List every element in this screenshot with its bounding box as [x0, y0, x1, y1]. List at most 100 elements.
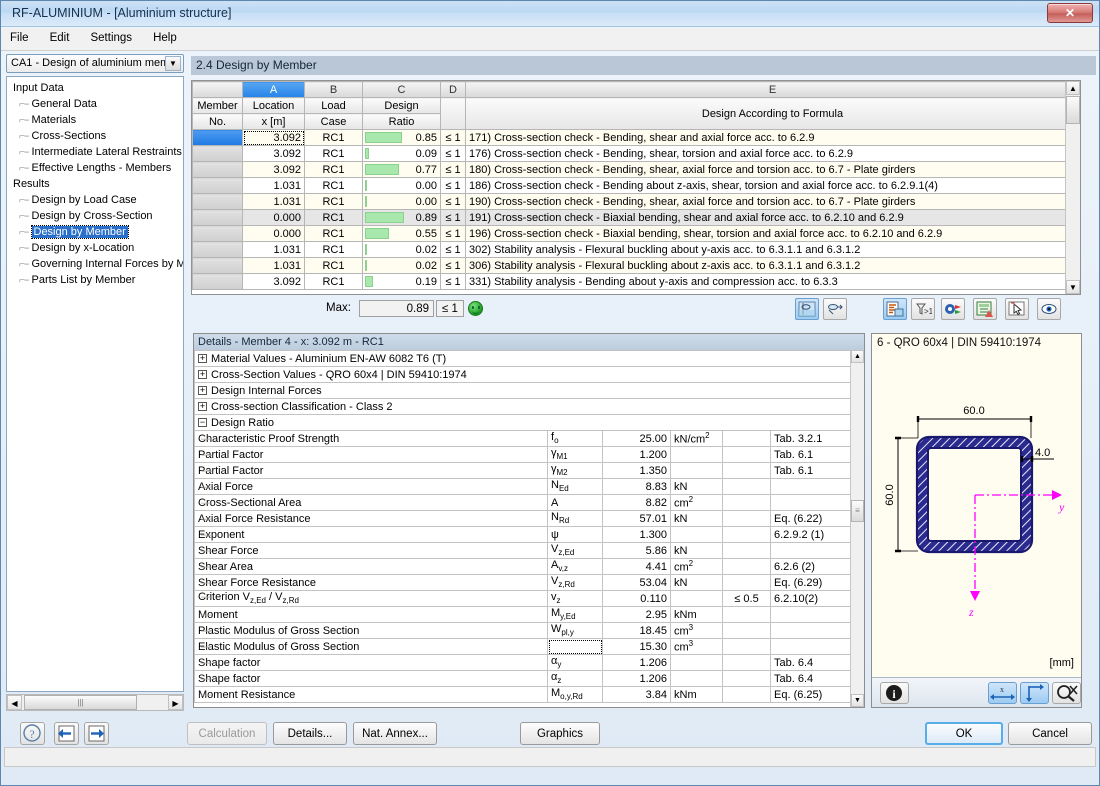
details-row[interactable]: — Cross-Sectional Area A 8.82 cm2 — [194, 494, 852, 511]
column-letter-b[interactable]: B — [304, 81, 363, 98]
dimension-y-icon[interactable] — [1020, 682, 1049, 704]
details-row[interactable]: — Shape factor αz 1.206 Tab. 6.4 — [194, 670, 852, 687]
expand-icon[interactable]: + — [198, 353, 207, 363]
column-letter-d[interactable]: D — [440, 81, 466, 98]
sidebar-item-design-by-cross-section[interactable]: ⌐-- Design by Cross-Section — [9, 208, 183, 224]
details-row[interactable]: — Elastic Modulus of Gross Section 15.30 cm… — [194, 638, 852, 655]
row-member-cell[interactable] — [192, 129, 243, 146]
info-icon[interactable]: i — [880, 682, 909, 704]
tree-group-results[interactable]: Results — [9, 176, 183, 192]
sidebar-horizontal-scrollbar[interactable]: ◀ ||| ▶ — [6, 694, 184, 711]
row-design-ratio-cell[interactable]: 0.00 — [362, 193, 441, 210]
nat-annex-button[interactable]: Nat. Annex... — [353, 722, 437, 745]
ok-button[interactable]: OK — [925, 722, 1003, 745]
row-loadcase-cell[interactable]: RC1 — [304, 225, 363, 242]
chevron-down-icon[interactable]: ▼ — [165, 56, 181, 71]
details-group-row[interactable]: + Material Values - Aluminium EN-AW 6082 … — [194, 350, 852, 367]
scroll-down-icon[interactable]: ▼ — [851, 694, 864, 707]
row-member-cell[interactable] — [192, 241, 243, 258]
row-design-ratio-cell[interactable]: 0.09 — [362, 145, 441, 162]
details-group-row[interactable]: − Design Ratio — [194, 414, 852, 431]
sidebar-item-parts-list-by-member[interactable]: ⌐-- Parts List by Member — [9, 272, 183, 288]
row-design-ratio-cell[interactable]: 0.02 — [362, 241, 441, 258]
table-row[interactable]: 1.031 RC1 0.00 ≤ 1 186) Cross-section check … — [192, 177, 1080, 194]
row-loadcase-cell[interactable]: RC1 — [304, 241, 363, 258]
scroll-left-icon[interactable]: ◀ — [7, 695, 22, 710]
table-row[interactable]: 3.092 RC1 0.77 ≤ 1 180) Cross-section check … — [192, 161, 1080, 178]
details-vertical-scrollbar[interactable]: ▲ ≡ ▼ — [850, 350, 864, 707]
row-location-cell[interactable]: 1.031 — [242, 193, 305, 210]
row-member-cell[interactable] — [192, 209, 243, 226]
row-design-ratio-cell[interactable]: 0.85 — [362, 129, 441, 146]
details-group-row[interactable]: + Cross-Section Values - QRO 60x4 | DIN 5… — [194, 366, 852, 383]
previous-page-icon[interactable] — [54, 722, 79, 745]
row-loadcase-cell[interactable]: RC1 — [304, 193, 363, 210]
cancel-button[interactable]: Cancel — [1008, 722, 1092, 745]
filter-list-icon[interactable] — [883, 298, 907, 320]
collapse-icon[interactable]: − — [198, 417, 207, 427]
next-page-icon[interactable] — [84, 722, 109, 745]
scrollbar-thumb[interactable]: ||| — [24, 695, 137, 710]
filter-greater-one-icon[interactable]: >1 — [911, 298, 935, 320]
details-group-row[interactable]: + Cross-section Classification - Class 2 — [194, 398, 852, 415]
menu-item-file[interactable]: File — [1, 28, 38, 48]
column-letter-e[interactable]: E — [465, 81, 1080, 98]
sidebar-item-materials[interactable]: ⌐-- Materials — [9, 112, 183, 128]
sidebar-item-design-by-member[interactable]: ⌐-- Design by Member — [9, 224, 183, 240]
details-row[interactable]: — Moment My,Ed 2.95 kNm — [194, 606, 852, 623]
details-group-cell[interactable]: + Cross-section Classification - Class 2 — [194, 398, 852, 415]
details-group-cell[interactable]: + Design Internal Forces — [194, 382, 852, 399]
case-selector-combo[interactable]: CA1 - Design of aluminium meml ▼ — [6, 54, 184, 73]
details-row[interactable]: — Shear Force Vz,Ed 5.86 kN — [194, 542, 852, 559]
export-excel-icon[interactable] — [973, 298, 997, 320]
row-location-cell[interactable]: 1.031 — [242, 177, 305, 194]
row-member-cell[interactable] — [192, 273, 243, 290]
row-design-ratio-cell[interactable]: 0.55 — [362, 225, 441, 242]
details-row[interactable]: — Exponent ψ 1.300 6.2.9.2 (1) — [194, 526, 852, 543]
details-row[interactable]: — Moment Resistance Mo,y,Rd 3.84 kNm Eq. (6.2… — [194, 686, 852, 703]
details-row[interactable]: — Characteristic Proof Strength fo 25.00 kN/… — [194, 430, 852, 447]
scroll-down-icon[interactable]: ▼ — [1066, 280, 1080, 294]
details-row[interactable]: — Shear Force Resistance Vz,Rd 53.04 kN Eq. (… — [194, 574, 852, 591]
row-member-cell[interactable] — [192, 177, 243, 194]
scrollbar-thumb[interactable]: ≡ — [851, 500, 864, 522]
row-location-cell[interactable]: 0.000 — [242, 225, 305, 242]
details-group-cell[interactable]: + Material Values - Aluminium EN-AW 6082 … — [194, 350, 852, 367]
scrollbar-thumb[interactable] — [1066, 96, 1080, 124]
row-loadcase-cell[interactable]: RC1 — [304, 129, 363, 146]
details-row[interactable]: — Axial Force NEd 8.83 kN — [194, 478, 852, 495]
details-row[interactable]: — Criterion Vz,Ed / Vz,Rd vz 0.110 ≤ 0.5 6.2.… — [194, 590, 852, 607]
table-row[interactable]: 3.092 RC1 0.85 ≤ 1 171) Cross-section check … — [192, 129, 1080, 146]
select-pointer-icon[interactable] — [1005, 298, 1029, 320]
sidebar-item-general-data[interactable]: ⌐-- General Data — [9, 96, 183, 112]
row-member-cell[interactable] — [192, 257, 243, 274]
row-member-cell[interactable] — [192, 161, 243, 178]
graphics-button[interactable]: Graphics — [520, 722, 600, 745]
row-location-cell[interactable]: 3.092 — [242, 129, 305, 146]
help-icon[interactable]: ? — [20, 722, 45, 745]
row-loadcase-cell[interactable]: RC1 — [304, 257, 363, 274]
table-row[interactable]: 3.092 RC1 0.09 ≤ 1 176) Cross-section check … — [192, 145, 1080, 162]
sidebar-item-intermediate-lateral-restraints[interactable]: ⌐-- Intermediate Lateral Restraints — [9, 144, 183, 160]
row-member-cell[interactable] — [192, 193, 243, 210]
expand-icon[interactable]: + — [198, 369, 207, 379]
menu-item-help[interactable]: Help — [144, 28, 186, 48]
color-render-icon[interactable] — [941, 298, 965, 320]
menu-item-settings[interactable]: Settings — [81, 28, 141, 48]
sidebar-item-governing-internal-forces[interactable]: ⌐-- Governing Internal Forces by M — [9, 256, 183, 272]
row-design-ratio-cell[interactable]: 0.77 — [362, 161, 441, 178]
row-loadcase-cell[interactable]: RC1 — [304, 145, 363, 162]
details-group-cell[interactable]: + Cross-Section Values - QRO 60x4 | DIN 5… — [194, 366, 852, 383]
row-design-ratio-cell[interactable]: 0.00 — [362, 177, 441, 194]
details-row[interactable]: — Partial Factor γM1 1.200 Tab. 6.1 — [194, 446, 852, 463]
row-location-cell[interactable]: 3.092 — [242, 145, 305, 162]
row-design-ratio-cell[interactable]: 0.19 — [362, 273, 441, 290]
table-row[interactable]: 0.000 RC1 0.55 ≤ 1 196) Cross-section check … — [192, 225, 1080, 242]
row-loadcase-cell[interactable]: RC1 — [304, 273, 363, 290]
close-icon[interactable]: ✕ — [1047, 3, 1093, 23]
table-row[interactable]: 1.031 RC1 0.00 ≤ 1 190) Cross-section check … — [192, 193, 1080, 210]
row-loadcase-cell[interactable]: RC1 — [304, 161, 363, 178]
menu-item-edit[interactable]: Edit — [41, 28, 79, 48]
tree-group-input-data[interactable]: Input Data — [9, 80, 183, 96]
row-location-cell[interactable]: 0.000 — [242, 209, 305, 226]
